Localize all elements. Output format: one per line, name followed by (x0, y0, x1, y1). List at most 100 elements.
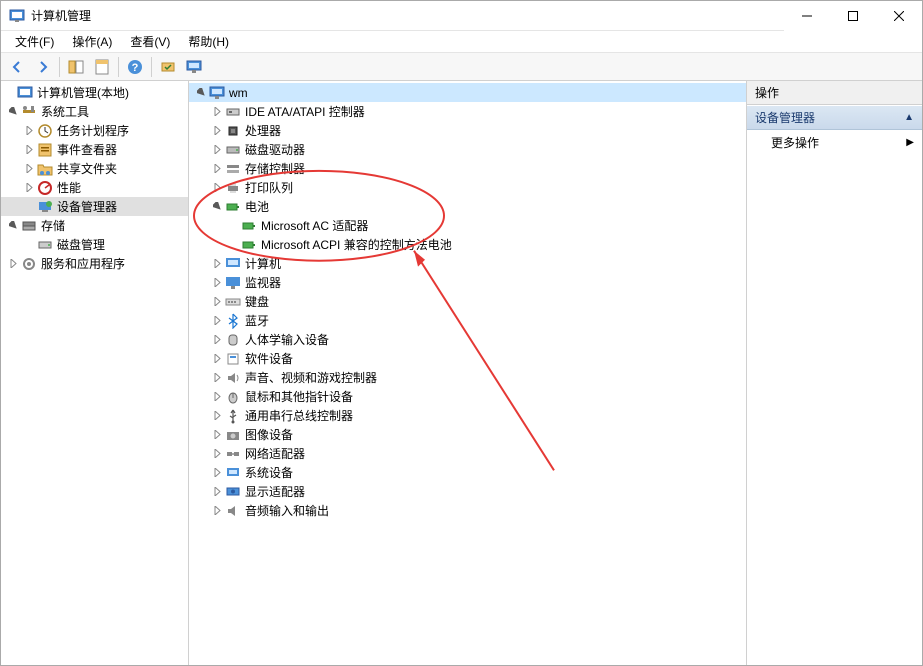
expander-icon[interactable] (209, 104, 225, 120)
expander-icon[interactable] (21, 123, 37, 139)
dev-battery-acpi[interactable]: Microsoft ACPI 兼容的控制方法电池 (189, 235, 746, 254)
close-button[interactable] (876, 1, 922, 31)
tree-task-scheduler[interactable]: 任务计划程序 (1, 121, 188, 140)
dev-print-queues[interactable]: 打印队列 (189, 178, 746, 197)
camera-icon (225, 427, 241, 443)
expander-icon[interactable] (21, 161, 37, 177)
dev-usb[interactable]: 通用串行总线控制器 (189, 406, 746, 425)
toolbar-forward-button[interactable] (31, 55, 55, 79)
toolbar-help-button[interactable]: ? (123, 55, 147, 79)
toolbar-separator (59, 57, 60, 77)
toolbar-back-button[interactable] (5, 55, 29, 79)
computer-icon (209, 85, 225, 101)
expander-icon[interactable] (209, 351, 225, 367)
tree-label: 设备管理器 (57, 198, 117, 215)
toolbar-monitor-button[interactable] (182, 55, 206, 79)
dev-hid[interactable]: 人体学输入设备 (189, 330, 746, 349)
expander-icon[interactable] (209, 465, 225, 481)
tree-label: 系统工具 (41, 103, 89, 120)
dev-software-devices[interactable]: 软件设备 (189, 349, 746, 368)
expander-icon[interactable] (21, 142, 37, 158)
dev-display[interactable]: 显示适配器 (189, 482, 746, 501)
toolbar: ? (1, 53, 922, 81)
tree-label: 事件查看器 (57, 141, 117, 158)
dev-battery-ac[interactable]: Microsoft AC 适配器 (189, 216, 746, 235)
expander-icon[interactable] (209, 123, 225, 139)
expander-icon[interactable] (209, 332, 225, 348)
expander-icon[interactable] (209, 275, 225, 291)
dev-system[interactable]: 系统设备 (189, 463, 746, 482)
menu-view[interactable]: 查看(V) (122, 31, 178, 52)
tree-label: 计算机 (245, 255, 281, 272)
expander-icon[interactable] (209, 389, 225, 405)
tree-device-manager[interactable]: 设备管理器 (1, 197, 188, 216)
expander-icon[interactable] (21, 180, 37, 196)
dev-storage-controllers[interactable]: 存储控制器 (189, 159, 746, 178)
expander-icon[interactable] (209, 427, 225, 443)
dev-imaging[interactable]: 图像设备 (189, 425, 746, 444)
tree-disk-management[interactable]: 磁盘管理 (1, 235, 188, 254)
tree-event-viewer[interactable]: 事件查看器 (1, 140, 188, 159)
maximize-button[interactable] (830, 1, 876, 31)
actions-section-device-manager[interactable]: 设备管理器 ▲ (747, 105, 922, 130)
device-tree-pane: wm IDE ATA/ATAPI 控制器 处理器 磁盘驱动器 存储控制器 (189, 81, 747, 665)
expander-icon[interactable] (5, 218, 21, 234)
dev-network[interactable]: 网络适配器 (189, 444, 746, 463)
tree-label: 共享文件夹 (57, 160, 117, 177)
dev-disk-drives[interactable]: 磁盘驱动器 (189, 140, 746, 159)
expander-icon[interactable] (209, 161, 225, 177)
expander-icon[interactable] (5, 104, 21, 120)
expander-icon[interactable] (209, 256, 225, 272)
actions-more[interactable]: 更多操作 ▶ (747, 130, 922, 155)
dev-monitors[interactable]: 监视器 (189, 273, 746, 292)
tree-root[interactable]: 计算机管理(本地) (1, 83, 188, 102)
tree-system-tools[interactable]: 系统工具 (1, 102, 188, 121)
tools-icon (21, 104, 37, 120)
expander-icon[interactable] (209, 142, 225, 158)
tree-label: 鼠标和其他指针设备 (245, 388, 353, 405)
expander-icon[interactable] (209, 370, 225, 386)
tree-label: 处理器 (245, 122, 281, 139)
dev-keyboards[interactable]: 键盘 (189, 292, 746, 311)
toolbar-properties-button[interactable] (90, 55, 114, 79)
dev-bluetooth[interactable]: 蓝牙 (189, 311, 746, 330)
battery-icon (241, 237, 257, 253)
dev-mice[interactable]: 鼠标和其他指针设备 (189, 387, 746, 406)
expander-icon[interactable] (193, 85, 209, 101)
dev-computer[interactable]: 计算机 (189, 254, 746, 273)
expander-icon[interactable] (209, 446, 225, 462)
dev-ide-atapi[interactable]: IDE ATA/ATAPI 控制器 (189, 102, 746, 121)
tree-label: 声音、视频和游戏控制器 (245, 369, 377, 386)
dev-batteries[interactable]: 电池 (189, 197, 746, 216)
battery-icon (225, 199, 241, 215)
tree-label: 软件设备 (245, 350, 293, 367)
expander-icon[interactable] (209, 484, 225, 500)
toolbar-show-tree-button[interactable] (64, 55, 88, 79)
expander-icon[interactable] (209, 503, 225, 519)
collapse-icon: ▲ (904, 112, 914, 123)
dev-audio-io[interactable]: 音频输入和输出 (189, 501, 746, 520)
tree-shared-folders[interactable]: 共享文件夹 (1, 159, 188, 178)
tree-services-apps[interactable]: 服务和应用程序 (1, 254, 188, 273)
menu-file[interactable]: 文件(F) (7, 31, 62, 52)
dev-sound[interactable]: 声音、视频和游戏控制器 (189, 368, 746, 387)
usb-icon (225, 408, 241, 424)
expander-icon[interactable] (209, 199, 225, 215)
expander-icon[interactable] (209, 313, 225, 329)
toolbar-scan-button[interactable] (156, 55, 180, 79)
expander-icon[interactable] (209, 408, 225, 424)
menu-help[interactable]: 帮助(H) (180, 31, 237, 52)
tree-label: 服务和应用程序 (41, 255, 125, 272)
dev-processors[interactable]: 处理器 (189, 121, 746, 140)
expander-icon[interactable] (209, 294, 225, 310)
menu-action[interactable]: 操作(A) (64, 31, 120, 52)
expander-icon[interactable] (209, 180, 225, 196)
minimize-button[interactable] (784, 1, 830, 31)
expander-icon[interactable] (5, 256, 21, 272)
device-root[interactable]: wm (189, 83, 746, 102)
window-title: 计算机管理 (31, 7, 91, 24)
tree-storage[interactable]: 存储 (1, 216, 188, 235)
network-icon (225, 446, 241, 462)
battery-icon (241, 218, 257, 234)
tree-performance[interactable]: 性能 (1, 178, 188, 197)
